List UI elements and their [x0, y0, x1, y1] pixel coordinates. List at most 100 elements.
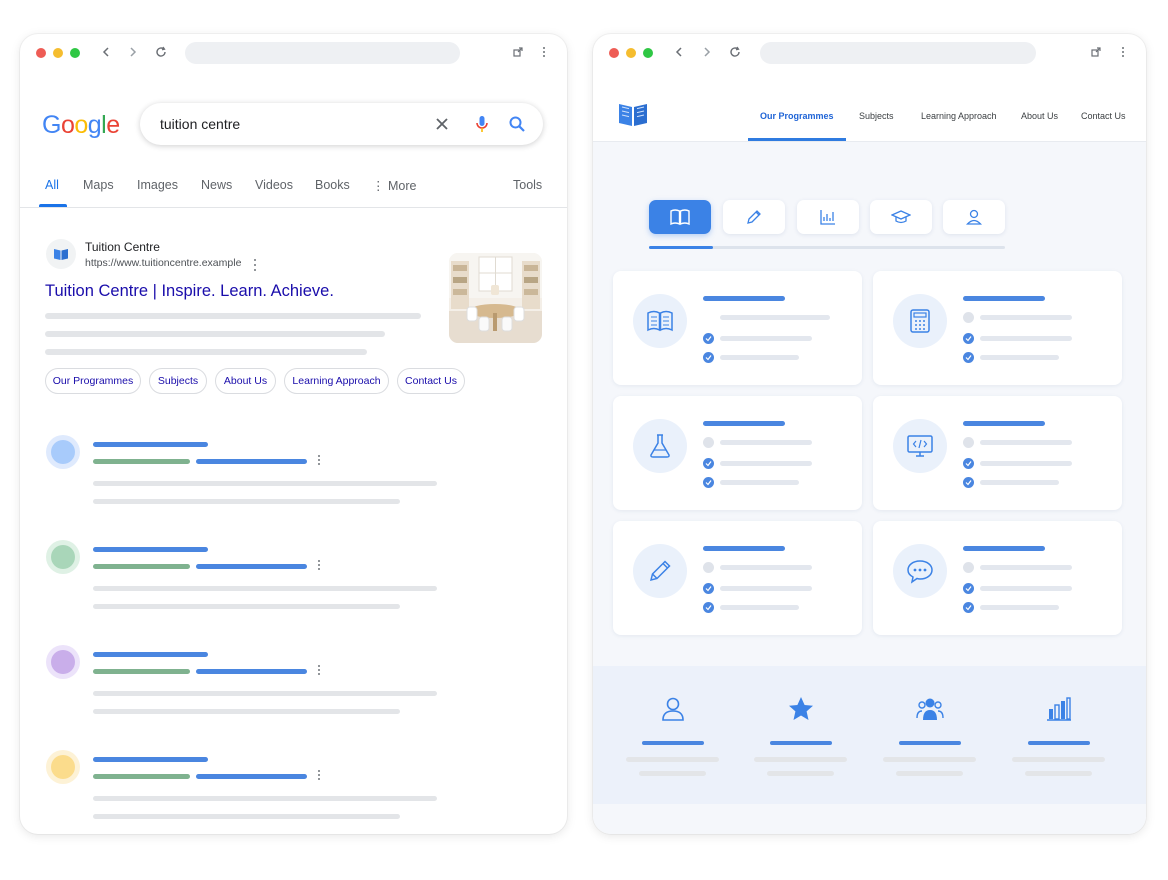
- sitelink-contact-us[interactable]: Contact Us: [397, 368, 465, 394]
- result-url-placeholder: [196, 774, 307, 779]
- card-checklist-item: [963, 312, 1072, 323]
- stat-value-placeholder: [1028, 741, 1090, 745]
- minimize-window-button[interactable]: [626, 48, 636, 58]
- search-query[interactable]: tuition centre: [160, 116, 240, 132]
- card-checklist-item: [963, 352, 1059, 363]
- sitelink-subjects[interactable]: Subjects: [149, 368, 207, 394]
- tab-more[interactable]: ⋮ More: [372, 178, 416, 193]
- icon-tab-user[interactable]: [943, 200, 1005, 234]
- browser-toolbar: [20, 34, 567, 72]
- card-title-placeholder: [963, 546, 1045, 551]
- address-bar[interactable]: [760, 42, 1036, 64]
- close-window-button[interactable]: [609, 48, 619, 58]
- tab-progress-indicator: [649, 246, 713, 249]
- reload-icon[interactable]: [152, 43, 170, 61]
- programme-card-writing[interactable]: [613, 521, 862, 635]
- tab-all[interactable]: All: [45, 178, 59, 192]
- programme-card-coding[interactable]: [873, 396, 1122, 510]
- tab-more-label: More: [387, 179, 417, 193]
- browser-menu-icon[interactable]: [1114, 43, 1132, 61]
- icon-tab-pencil[interactable]: [723, 200, 785, 234]
- card-checklist-item: [703, 602, 799, 613]
- site-favicon[interactable]: [46, 239, 76, 269]
- maximize-window-button[interactable]: [70, 48, 80, 58]
- nav-subjects[interactable]: Subjects: [859, 111, 894, 121]
- close-window-button[interactable]: [36, 48, 46, 58]
- back-icon[interactable]: [670, 43, 688, 61]
- google-logo[interactable]: Google: [42, 111, 120, 140]
- snippet-line: [45, 331, 385, 337]
- icon-tab-book[interactable]: [649, 200, 711, 234]
- card-checklist-item: [703, 562, 812, 573]
- search-input[interactable]: tuition centre: [140, 103, 543, 145]
- forward-icon[interactable]: [124, 43, 142, 61]
- search-icon[interactable]: [507, 114, 527, 134]
- result-options-icon[interactable]: [314, 664, 324, 678]
- snippet-line: [93, 691, 437, 696]
- icon-tab-graduation[interactable]: [870, 200, 932, 234]
- card-title-placeholder: [963, 296, 1045, 301]
- nav-contact-us[interactable]: Contact Us: [1081, 111, 1126, 121]
- programme-card-maths[interactable]: [873, 271, 1122, 385]
- programme-card-reading[interactable]: [613, 271, 862, 385]
- tab-maps[interactable]: Maps: [83, 178, 114, 192]
- tools-button[interactable]: Tools: [513, 178, 542, 192]
- share-icon[interactable]: [1087, 43, 1105, 61]
- reload-icon[interactable]: [726, 43, 744, 61]
- chart-icon: [820, 210, 835, 225]
- address-bar[interactable]: [185, 42, 460, 64]
- active-nav-indicator: [748, 138, 846, 141]
- clear-icon[interactable]: [432, 114, 452, 134]
- back-icon[interactable]: [97, 43, 115, 61]
- tab-images[interactable]: Images: [137, 178, 178, 192]
- stat-label-placeholder: [1012, 757, 1105, 762]
- result-url-placeholder: [93, 669, 190, 674]
- maximize-window-button[interactable]: [643, 48, 653, 58]
- programme-card-science[interactable]: [613, 396, 862, 510]
- icon-tab-chart[interactable]: [797, 200, 859, 234]
- site-logo-book-icon[interactable]: [618, 100, 648, 128]
- pencil-icon: [747, 210, 761, 224]
- tab-news[interactable]: News: [201, 178, 232, 192]
- chat-bubble-icon: [893, 544, 947, 598]
- snippet-line: [45, 349, 367, 355]
- more-dots-icon: ⋮: [372, 179, 388, 193]
- sitelink-our-programmes[interactable]: Our Programmes: [45, 368, 141, 394]
- nav-about-us[interactable]: About Us: [1021, 111, 1058, 121]
- share-icon[interactable]: [509, 43, 527, 61]
- result-url-placeholder: [93, 774, 190, 779]
- card-checklist-item: [703, 583, 812, 594]
- sitelink-learning-approach[interactable]: Learning Approach: [284, 368, 389, 394]
- result-url-placeholder: [196, 459, 307, 464]
- snippet-line: [93, 709, 400, 714]
- card-checklist-item: [703, 352, 799, 363]
- result-thumbnail[interactable]: [449, 253, 542, 343]
- card-checklist-item: [703, 333, 812, 344]
- nav-learning-approach[interactable]: Learning Approach: [921, 111, 997, 121]
- result-title-placeholder: [93, 442, 208, 447]
- result-options-icon[interactable]: [314, 454, 324, 468]
- graduation-cap-icon: [891, 210, 911, 224]
- programme-card-languages[interactable]: [873, 521, 1122, 635]
- tab-books[interactable]: Books: [315, 178, 350, 192]
- stat-value-placeholder: [899, 741, 961, 745]
- sitelink-about-us[interactable]: About Us: [215, 368, 276, 394]
- calculator-icon: [893, 294, 947, 348]
- card-checklist-item: [963, 477, 1059, 488]
- card-checklist-item: [963, 458, 1072, 469]
- result-options-icon[interactable]: [314, 769, 324, 783]
- result-title-link[interactable]: Tuition Centre | Inspire. Learn. Achieve…: [45, 282, 334, 301]
- snippet-line: [93, 604, 400, 609]
- microphone-icon[interactable]: [472, 114, 492, 134]
- result-options-icon[interactable]: [314, 559, 324, 573]
- minimize-window-button[interactable]: [53, 48, 63, 58]
- result-options-icon[interactable]: [250, 258, 260, 272]
- forward-icon[interactable]: [698, 43, 716, 61]
- tab-videos[interactable]: Videos: [255, 178, 293, 192]
- result-url-placeholder: [196, 669, 307, 674]
- site-url[interactable]: https://www.tuitioncentre.example: [85, 257, 241, 269]
- nav-our-programmes[interactable]: Our Programmes: [760, 111, 834, 121]
- stat-label-placeholder: [754, 757, 847, 762]
- site-name[interactable]: Tuition Centre: [85, 240, 160, 254]
- browser-menu-icon[interactable]: [535, 43, 553, 61]
